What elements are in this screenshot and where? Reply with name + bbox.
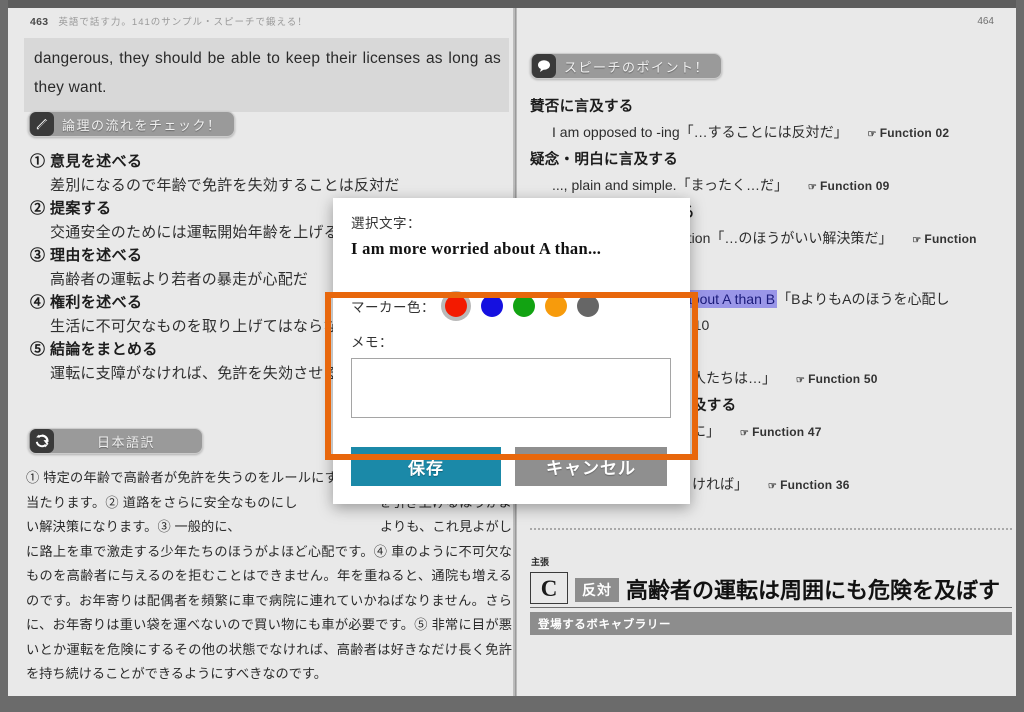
speech-point-text: ..., plain and simple.「まったく…だ」 [552,177,788,193]
function-ref[interactable]: ☞ Function 36 [768,478,850,492]
hand-pointer-icon: ☞ [867,129,877,140]
speech-point-text: に」 [692,423,720,439]
pencil-icon [30,112,54,136]
outline-item-head: ① 意見を述べる [30,153,143,170]
claim-letter: C [540,575,558,601]
function-ref[interactable]: ☞ Function 47 [740,425,822,439]
vocabulary-bar[interactable]: 登場するボキャブラリー [530,612,1012,635]
marker-swatch-orange[interactable] [545,295,567,317]
speech-point-text: ution「…のほうがいい解決策だ」 [680,230,893,246]
refresh-icon [30,429,54,453]
hand-pointer-icon: ☞ [795,375,806,386]
claim-stance-badge: 反対 [575,578,619,602]
function-ref-label: Function 50 [808,372,878,386]
memo-label: メモ： [351,335,393,350]
claim-letter-box: 主張 C [530,558,568,604]
memo-input[interactable] [351,358,671,418]
hand-pointer-icon: ☞ [739,428,750,439]
save-button[interactable]: 保存 [351,447,501,486]
claim-mini-label: 主張 [531,557,550,567]
viewer-right-chrome [1016,0,1024,712]
speech-point[interactable]: 賛否に言及する I am opposed to -ing「…することには反対だ」… [530,95,1012,148]
speech-point-text: 人たちは…」 [692,370,776,386]
function-ref-label: Function [924,232,977,246]
outline-item[interactable]: ① 意見を述べる 差別になるので年齢で免許を失効することは反対だ [30,151,500,198]
japanese-translation-label: 日本語訳 [96,434,155,450]
logic-check-pill[interactable]: 論理の流れをチェック！ [28,111,235,137]
function-ref-label: Function 36 [780,478,850,492]
function-ref-label: Function 09 [820,179,890,193]
hand-pointer-icon: ☞ [767,481,778,492]
claim-row: 主張 C 反対 高齢者の運転は周囲にも危険を及ぼす [530,558,1012,604]
speech-point-text: ければ」 [692,476,748,492]
selection-section: 選択文字： I am more worried about A than... [333,198,690,281]
vocabulary-bar-label: 登場するボキャブラリー [538,618,672,631]
speech-point-body: I am opposed to -ing「…することには反対だ」 ☞ Functi… [530,119,1012,148]
marker-memo-dialog[interactable]: 選択文字： I am more worried about A than... … [333,198,690,504]
logic-check-label: 論理の流れをチェック！ [62,117,222,133]
speech-bubble-icon [532,54,556,78]
function-ref-label: Function 02 [879,126,950,140]
function-ref[interactable]: ☞ Function [912,232,976,246]
claim-title: 高齢者の運転は周囲にも危険を及ぼす [626,578,1001,603]
function-ref[interactable]: ☞ Function 50 [796,372,878,386]
viewer-left-chrome [0,0,8,712]
speech-points-label: スピーチのポイント！ [564,59,710,75]
function-ref[interactable]: ☞ Function 09 [808,179,890,193]
right-page-number: 464 [977,16,994,27]
hand-pointer-icon: ☞ [912,235,922,246]
speech-point[interactable]: 疑念・明白に言及する ..., plain and simple.「まったく…だ… [530,148,1012,201]
dialog-actions[interactable]: 保存 キャンセル [333,433,690,504]
speech-points-pill[interactable]: スピーチのポイント！ [530,53,723,79]
claim-underline [530,607,1012,608]
selected-text-highlight[interactable]: about A than B [682,290,778,308]
marker-swatch-gray[interactable] [577,295,599,317]
marker-swatch-blue[interactable] [481,295,503,317]
marker-swatch-red[interactable] [445,295,467,317]
hand-pointer-icon: ☞ [807,182,818,193]
left-running-head: 463 英語で話す力。141のサンプル・スピーチで鍛える！ [30,14,499,28]
speech-point-text: I am opposed to -ing「…することには反対だ」 [552,124,848,140]
claim-block[interactable]: 主張 C 反対 高齢者の運転は周囲にも危険を及ぼす 登場するボキャブラリー [530,558,1012,635]
selected-text-value: I am more worried about A than... [351,239,602,258]
marker-color-label: マーカー色： [351,300,435,315]
speech-point-text: 「BよりもAのほうを心配し [777,291,950,307]
function-ref-label: Function 47 [752,425,822,439]
left-page-number: 463 [30,16,49,28]
selection-label: 選択文字： [351,216,421,231]
marker-memo-section[interactable]: マーカー色： メモ： [333,281,690,433]
section-divider [530,528,1012,530]
speech-point-head: 賛否に言及する [530,99,634,115]
book-viewer[interactable]: 463 英語で話す力。141のサンプル・スピーチで鍛える！ dangerous,… [0,0,1024,712]
speech-point-head: 疑念・明白に言及する [530,152,678,168]
outline-item-body: 差別になるので年齢で免許を失効することは反対だ [50,177,400,194]
running-title: 英語で話す力。141のサンプル・スピーチで鍛える！ [58,17,308,28]
cancel-button[interactable]: キャンセル [515,447,667,486]
function-ref[interactable]: ☞ Function 02 [868,126,950,140]
marker-swatch-green[interactable] [513,295,535,317]
viewer-bottom-chrome [0,696,1024,712]
japanese-translation-pill[interactable]: 日本語訳 [28,428,203,454]
english-paragraph[interactable]: dangerous, they should be able to keep t… [24,38,509,112]
marker-color-row[interactable]: マーカー色： [351,295,672,317]
viewer-top-chrome [0,0,1024,8]
speech-point-body: ..., plain and simple.「まったく…だ」 ☞ Function… [530,172,1012,201]
